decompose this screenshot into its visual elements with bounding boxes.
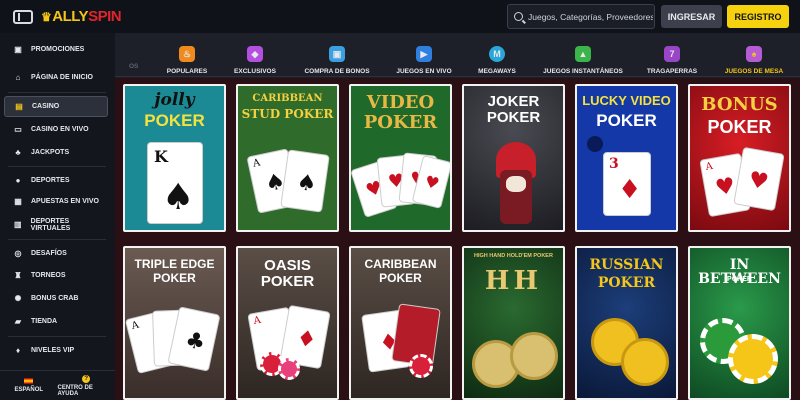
joker-face-illustration bbox=[506, 176, 526, 192]
instant-icon: ▲ bbox=[575, 46, 591, 62]
sidebar-item-deportes[interactable]: ● Deportes bbox=[4, 170, 108, 191]
live-icon: ▭ bbox=[14, 125, 22, 134]
game-grid: jolly POKER K ♠ CARIBBEAN STUD POKER A ♠ … bbox=[115, 78, 800, 400]
help-icon: ? bbox=[82, 374, 91, 383]
vip-icon: ♦ bbox=[15, 346, 21, 355]
game-tile-video-poker[interactable]: VIDEO POKER ♥ ♥ ♥ ♥ bbox=[349, 84, 452, 232]
crab-icon: ✺ bbox=[14, 294, 22, 303]
play-icon: ▶ bbox=[416, 46, 432, 62]
divider bbox=[8, 239, 106, 240]
gift-box-icon: ▣ bbox=[329, 46, 345, 62]
sidebar-item-torneos[interactable]: ♜ Torneos bbox=[4, 265, 108, 286]
game-tile-in-between-poker[interactable]: IN BETWEEN POKER bbox=[688, 246, 791, 400]
game-tile-caribbean-poker[interactable]: CARIBBEAN POKER ♦ bbox=[349, 246, 452, 400]
search-box[interactable] bbox=[507, 4, 655, 29]
casino-chip bbox=[728, 334, 778, 384]
tab-megaways[interactable]: M MEGAWAYS bbox=[475, 39, 519, 75]
sidebar-item-inicio[interactable]: ⌂ Página de inicio bbox=[4, 67, 108, 88]
home-icon: ⌂ bbox=[15, 73, 21, 82]
clover-icon: ♣ bbox=[15, 148, 21, 157]
sidebar-item-bonus-crab[interactable]: ✺ Bonus Crab bbox=[4, 288, 108, 309]
tab-compra-de-bonos[interactable]: ▣ COMPRA DE BONOS bbox=[301, 39, 373, 75]
game-tile-oasis-poker[interactable]: OASIS POKER A ♦ bbox=[236, 246, 339, 400]
virtual-sports-icon: ▥ bbox=[14, 220, 22, 229]
flame-icon: ♨ bbox=[179, 46, 195, 62]
top-bar: ♛ ALLY SPIN INGRESAR REGISTRO bbox=[0, 0, 800, 33]
language-selector[interactable]: ESPAÑOL bbox=[0, 371, 58, 400]
sidebar: ▣ Promociones ⌂ Página de inicio ▤ Casino ▭… bbox=[0, 33, 115, 400]
help-center-link[interactable]: ? CENTRO DE AYUDA bbox=[58, 371, 116, 400]
casino-chip bbox=[278, 358, 300, 380]
sidebar-item-tienda[interactable]: ▰ Tienda bbox=[4, 311, 108, 332]
casino-chip bbox=[409, 354, 433, 378]
sidebar-item-casino-en-vivo[interactable]: ▭ Casino en vivo bbox=[4, 119, 108, 140]
game-tile-high-hand-holdem-poker[interactable]: HIGH HAND HOLD'EM POKER HH bbox=[462, 246, 565, 400]
login-button[interactable]: INGRESAR bbox=[661, 5, 722, 28]
sidebar-footer: ESPAÑOL ? CENTRO DE AYUDA bbox=[0, 370, 115, 400]
game-tile-triple-edge-poker[interactable]: TRIPLE EDGE POKER A ♣ bbox=[123, 246, 226, 400]
logo[interactable]: ♛ ALLY SPIN bbox=[41, 8, 122, 25]
trophy-icon: ♜ bbox=[14, 271, 22, 280]
shop-icon: ▰ bbox=[14, 317, 22, 326]
crown-icon: ♛ bbox=[41, 9, 52, 24]
register-button[interactable]: REGISTRO bbox=[727, 5, 789, 28]
game-tile-lucky-video-poker[interactable]: LUCKY VIDEO POKER 3 ♦ bbox=[575, 84, 678, 232]
sidebar-item-casino[interactable]: ▤ Casino bbox=[4, 96, 108, 117]
live-bets-icon: ▦ bbox=[14, 197, 22, 206]
cards-icon: ♠ bbox=[746, 46, 762, 62]
tab-exclusivos[interactable]: ◆ EXCLUSIVOS bbox=[233, 39, 277, 75]
slot-icon: ▤ bbox=[15, 102, 23, 111]
tab-populares[interactable]: ♨ POPULARES bbox=[165, 39, 209, 75]
spain-flag-icon bbox=[24, 378, 34, 384]
tab-juegos-de-mesa[interactable]: ♠ JUEGOS DE MESA bbox=[721, 39, 787, 75]
playing-card: K ♠ bbox=[147, 142, 203, 224]
slot-machine-icon: 7 bbox=[664, 46, 680, 62]
ball-icon: ● bbox=[15, 176, 21, 185]
sidebar-item-niveles-vip[interactable]: ♦ Niveles VIP bbox=[4, 340, 108, 361]
sidebar-item-apuestas-en-vivo[interactable]: ▦ Apuestas en vivo bbox=[4, 191, 108, 212]
tab-tragaperras[interactable]: 7 TRAGAPERRAS bbox=[647, 39, 697, 75]
sidebar-item-deportes-virtuales[interactable]: ▥ Deportes virtuales bbox=[4, 214, 108, 235]
game-tile-caribbean-stud-poker[interactable]: CARIBBEAN STUD POKER A ♠ ♠ bbox=[236, 84, 339, 232]
game-tile-jolly-poker[interactable]: jolly POKER K ♠ bbox=[123, 84, 226, 232]
game-tile-joker-poker[interactable]: JOKER POKER bbox=[462, 84, 565, 232]
megaways-icon: M bbox=[489, 46, 505, 62]
game-tile-russian-poker[interactable]: RUSSIAN POKER bbox=[575, 246, 678, 400]
divider bbox=[8, 92, 106, 93]
sidebar-item-jackpots[interactable]: ♣ Jackpots bbox=[4, 142, 108, 163]
sidebar-item-promociones[interactable]: ▣ Promociones bbox=[4, 39, 108, 60]
chip-decoration bbox=[587, 136, 603, 152]
gold-coin bbox=[510, 332, 558, 380]
search-icon bbox=[514, 12, 523, 21]
gem-icon: ◆ bbox=[247, 46, 263, 62]
category-bar: OS ♨ POPULARES ◆ EXCLUSIVOS ▣ COMPRA DE BON… bbox=[115, 33, 800, 77]
tab-juegos-en-vivo[interactable]: ▶ JUEGOS EN VIVO bbox=[395, 39, 453, 75]
divider bbox=[8, 336, 106, 337]
search-input[interactable] bbox=[528, 11, 653, 22]
playing-card: 3 ♦ bbox=[603, 152, 651, 216]
category-overflow-label: OS bbox=[129, 63, 139, 70]
sidebar-toggle-icon[interactable] bbox=[13, 9, 33, 24]
divider bbox=[8, 166, 106, 167]
sidebar-item-desafios[interactable]: ◎ Desafíos bbox=[4, 243, 108, 264]
challenge-icon: ◎ bbox=[14, 249, 22, 258]
gold-coin bbox=[621, 338, 669, 386]
game-tile-bonus-poker[interactable]: BONUS POKER A ♥ ♥ bbox=[688, 84, 791, 232]
playing-card: ♥ bbox=[733, 146, 785, 212]
gift-icon: ▣ bbox=[14, 45, 22, 54]
playing-card: ♠ bbox=[280, 149, 330, 213]
tab-juegos-instantaneos[interactable]: ▲ JUEGOS INSTANTÁNEOS bbox=[541, 39, 625, 75]
